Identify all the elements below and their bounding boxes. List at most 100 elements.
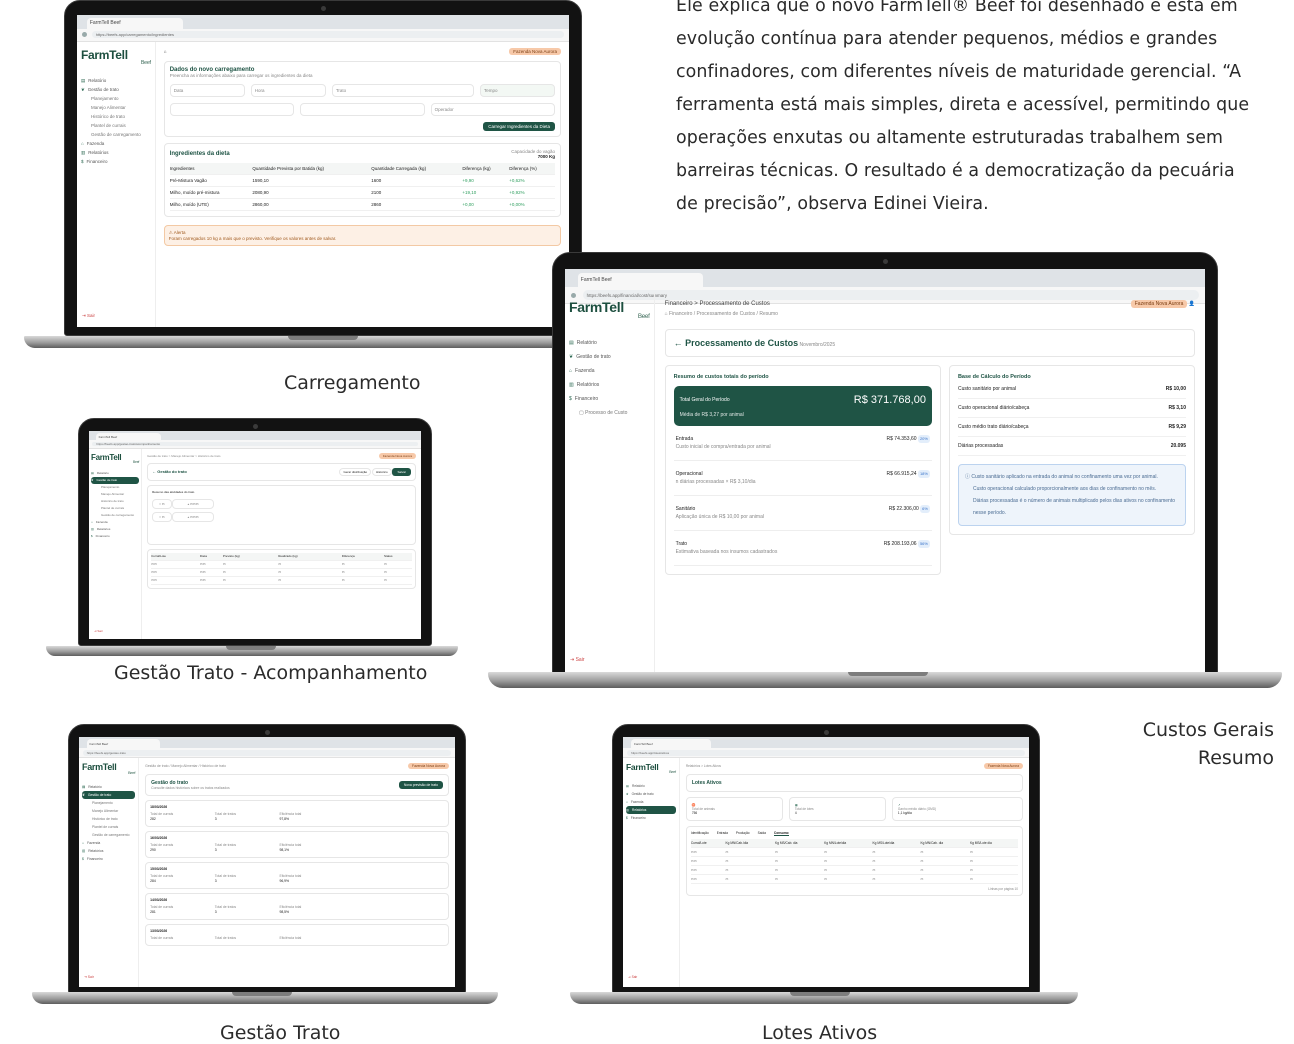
laptop-base	[46, 646, 458, 656]
section-title: Resumo das atividades do trato	[152, 489, 195, 494]
logout-button[interactable]: ⇥ Sair	[82, 313, 95, 319]
url-field[interactable]: https://beefs.app/lotes/ativos	[627, 749, 1025, 756]
sidebar-item-relatorio[interactable]: ▤ Relatório	[91, 470, 139, 477]
option-field[interactable]: + ▭▭▭	[172, 511, 214, 522]
sidebar-item-fazenda[interactable]: ⌂ Fazenda	[82, 839, 135, 847]
sidebar-item-relatorio[interactable]: ▤ Relatório	[81, 76, 151, 85]
history-entry[interactable]: 14/03/2026 Total de currais 281 Total de tr…	[145, 893, 449, 921]
sidebar-item-relatorio[interactable]: ▤ Relatório	[569, 336, 650, 350]
sidebar-item-plantel[interactable]: Plantel de currais	[82, 823, 135, 831]
browser-tab[interactable]: FarmTell Beef	[95, 432, 161, 441]
header-card: Gestão do trato Consulte dados históricos…	[145, 774, 449, 797]
field-vagao[interactable]	[169, 102, 295, 116]
sidebar-item-relatorio[interactable]: ▤ Relatório	[626, 782, 676, 790]
tab-consumo[interactable]: Consumo	[773, 831, 789, 837]
sidebar-item-historico[interactable]: Histórico de trato	[82, 815, 135, 823]
article-line: operações enxutas ou altamente estrutura…	[676, 128, 1224, 148]
sidebar-item-gestao[interactable]: ❦ Gestão de trato	[82, 791, 136, 800]
field-data[interactable]: Data	[169, 83, 245, 97]
field-tempo[interactable]: Tempo	[479, 83, 556, 97]
back-icon[interactable]	[81, 32, 87, 38]
sidebar-item-planejamento[interactable]: Planejamento	[91, 484, 139, 491]
field-capacidade[interactable]	[300, 102, 425, 116]
sidebar-item-financeiro[interactable]: $ Financeiro	[81, 157, 151, 166]
history-entry[interactable]: 18/03/2026 Total de currais 282 Total de tr…	[145, 800, 449, 828]
option-checkbox[interactable]: ○ ▭	[152, 511, 172, 522]
sidebar-item-relatorios[interactable]: ▥ Relatórios	[81, 148, 151, 157]
logout-button[interactable]: ⇥ Sair	[84, 975, 94, 979]
sidebar-item-relatorios[interactable]: ▥ Relatórios	[569, 378, 650, 392]
company-selector[interactable]: Fazenda Nova Aurora	[378, 452, 416, 459]
history-entry[interactable]: 16/03/2026 Total de currais 290 Total de tr…	[145, 831, 449, 859]
lots-table: Curral/Lote Kg MN/Cab./dia Kg MS/Cab. dia K…	[690, 839, 1018, 885]
tab-identificacao[interactable]: Identificação	[691, 831, 709, 836]
sidebar-item-manejo[interactable]: Manejo Alimentar	[91, 491, 139, 498]
entry-col-value: 284	[150, 879, 156, 884]
new-forecast-button[interactable]: Nova previsão de trato	[398, 781, 443, 790]
tab-saida[interactable]: Saída	[758, 831, 766, 836]
option-checkbox[interactable]: ○ ▭	[152, 498, 172, 509]
sidebar-item-carregamento[interactable]: Gestão de carregamento	[91, 512, 139, 519]
logout-button[interactable]: ⇥ Sair	[570, 657, 585, 663]
sidebar-item-historico[interactable]: Histórico de trato	[81, 112, 151, 121]
url-field[interactable]: https://beefs.app/gestao-trato/acompanha…	[92, 441, 418, 447]
history-entry[interactable]: 13/03/2026 Total de currais Total de trato…	[145, 924, 449, 947]
company-selector[interactable]: Fazenda Nova Aurora	[408, 763, 449, 770]
breadcrumb: Relatórios > Lotes Ativos	[685, 764, 721, 769]
sidebar-item-carregamento[interactable]: Gestão de carregamento	[81, 130, 151, 139]
sidebar-item-planejamento[interactable]: Planejamento	[82, 799, 135, 807]
company-selector[interactable]: Fazenda Nova Aurora	[1130, 300, 1188, 309]
company-selector[interactable]: Fazenda Nova Aurora	[983, 763, 1023, 770]
sidebar-item-financeiro[interactable]: $ Financeiro	[626, 814, 676, 822]
sidebar-item-gestao[interactable]: ❦ Gestão de trato	[91, 476, 140, 484]
sidebar-item-financeiro[interactable]: $ Financeiro	[569, 392, 650, 406]
company-selector[interactable]: Fazenda Nova Aurora	[509, 47, 561, 55]
logout-button[interactable]: ⇥ Sair	[628, 975, 637, 979]
sidebar-item-manejo[interactable]: Manejo Alimentar	[81, 103, 151, 112]
sidebar-item-financeiro[interactable]: $ Financeiro	[91, 533, 139, 540]
load-ingredients-button[interactable]: Carregar Ingredientes da Dieta	[483, 121, 555, 131]
url-field[interactable]: https://beefs.app/gestao-trato	[82, 749, 452, 756]
sidebar-item-relatorios[interactable]: ▥ Relatórios	[91, 526, 139, 533]
sidebar-item-plantel[interactable]: Plantel de currais	[81, 121, 151, 130]
sidebar-item-plantel[interactable]: Plantel de currais	[91, 505, 139, 512]
sidebar-item-relatorios[interactable]: ▥ Relatórios	[82, 847, 135, 855]
home-icon[interactable]: ⌂	[164, 49, 167, 54]
sidebar-item-planejamento[interactable]: Planejamento	[81, 94, 151, 103]
user-icon[interactable]: 👤	[1189, 301, 1195, 307]
sidebar-item-gestao[interactable]: ❦ Gestão de trato	[569, 350, 650, 364]
tab-producao[interactable]: Produção	[736, 831, 750, 836]
sidebar-item-relatorio[interactable]: ▤ Relatório	[82, 783, 135, 791]
browser-tab[interactable]: FarmTell Beef	[86, 739, 161, 749]
browser-tab[interactable]: FarmTell Beef	[86, 17, 184, 30]
url-field[interactable]: https://beefs.app/carregamento/ingredien…	[91, 31, 565, 39]
field-operador[interactable]: Operador	[430, 102, 555, 116]
sidebar-item-financeiro[interactable]: $ Financeiro	[82, 855, 135, 863]
save-button[interactable]: Salvar	[392, 467, 411, 476]
sidebar-item-relatorios[interactable]: ▥ Relatórios	[626, 806, 676, 815]
sidebar-item-fazenda[interactable]: ⌂ Fazenda	[91, 519, 139, 526]
sidebar-item-fazenda[interactable]: ⌂ Fazenda	[569, 364, 650, 378]
distribution-button[interactable]: Gerar distribuição	[339, 467, 372, 476]
option-field[interactable]: + ▭▭▭	[172, 498, 214, 509]
sidebar-item-gestao[interactable]: ❦ Gestão de trato	[81, 85, 151, 94]
history-button[interactable]: Histórico	[371, 467, 392, 476]
sidebar-item-carregamento[interactable]: Gestão de carregamento	[82, 831, 135, 839]
back-arrow-icon[interactable]: ←	[674, 338, 683, 348]
browser-tab[interactable]: FarmTell Beef	[631, 739, 711, 749]
sidebar-item-manejo[interactable]: Manejo Alimentar	[82, 807, 135, 815]
sidebar-item-processo-custo[interactable]: ▢ Processo de Custo	[569, 406, 650, 420]
sidebar-item-fazenda[interactable]: ⌂ Fazenda	[626, 798, 676, 806]
field-hora[interactable]: Hora	[250, 83, 326, 97]
field-trato[interactable]: Trato	[331, 83, 474, 97]
sidebar-item-historico[interactable]: Histórico de trato	[91, 498, 139, 505]
sidebar-item-gestao[interactable]: ❦ Gestão de trato	[626, 790, 676, 798]
sidebar-item-fazenda[interactable]: ⌂ Fazenda	[81, 139, 151, 148]
pagination[interactable]: Linhas por página 10	[691, 887, 1018, 891]
cost-item-label: Entrada	[675, 436, 694, 443]
browser-tab[interactable]: FarmTell Beef	[577, 272, 704, 288]
history-entry[interactable]: 15/03/2026 Total de currais 284 Total de tr…	[145, 862, 449, 890]
cost-items: Entrada Custo inicial de compra/entrada p…	[673, 426, 932, 567]
tab-entrada[interactable]: Entrada	[717, 831, 728, 836]
logout-button[interactable]: ⇥ Sair	[94, 629, 103, 633]
